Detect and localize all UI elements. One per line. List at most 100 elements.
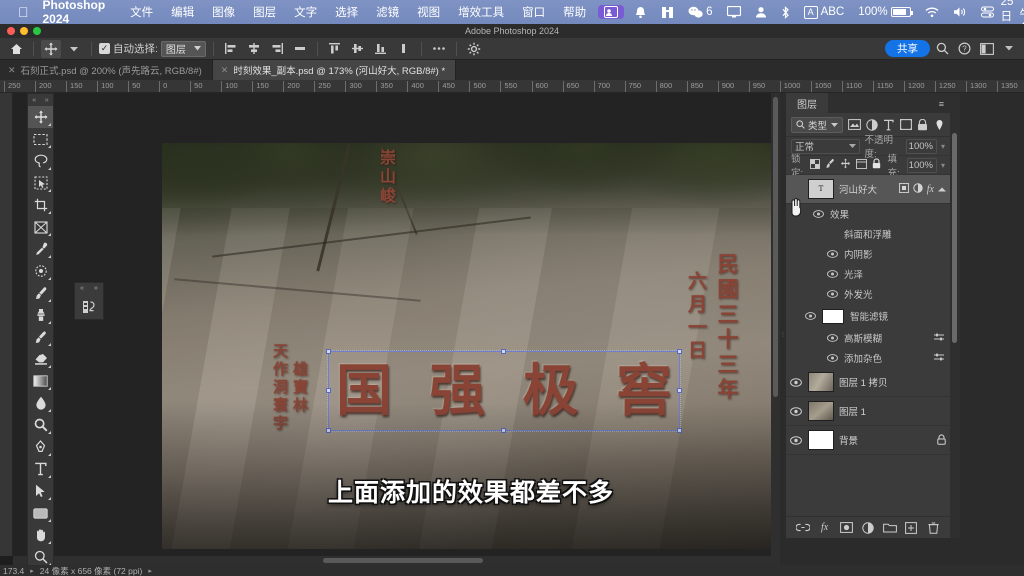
menubar-app-name[interactable]: Photoshop 2024 <box>43 0 106 26</box>
tool-blur[interactable] <box>28 392 53 414</box>
align-bottom-icon[interactable] <box>371 40 391 58</box>
menu-file[interactable]: 文件 <box>121 4 162 20</box>
chevron-right-icon[interactable]: ▸ <box>30 567 34 575</box>
tool-dodge[interactable] <box>28 414 53 436</box>
link-icon[interactable] <box>794 520 811 536</box>
tool-gradient[interactable] <box>28 370 53 392</box>
smart-filter-gaussian-blur[interactable]: 高斯模糊 <box>786 328 950 348</box>
auto-select-dropdown[interactable]: 图层 <box>160 40 206 57</box>
expand-icon[interactable]: » <box>94 285 98 292</box>
tool-type[interactable] <box>28 458 53 480</box>
effect-inner-shadow[interactable]: 内阴影 <box>786 244 950 264</box>
effect-visibility-icon[interactable] <box>826 290 838 298</box>
smart-filter-mask-thumbnail[interactable] <box>822 308 844 324</box>
menu-select[interactable]: 选择 <box>326 4 367 20</box>
layers-panel-scrollbar[interactable] <box>950 93 960 538</box>
transform-handle-tl[interactable] <box>326 349 331 354</box>
lock-transparency-icon[interactable] <box>810 158 821 172</box>
smart-filters-visibility-icon[interactable] <box>804 312 816 320</box>
layer-row-copy[interactable]: 图层 1 拷贝 <box>786 368 950 397</box>
tool-healing-brush[interactable] <box>28 260 53 282</box>
tool-lasso[interactable] <box>28 150 53 172</box>
search-icon[interactable] <box>933 40 952 58</box>
tool-history-brush[interactable] <box>28 326 53 348</box>
fx-icon[interactable]: fx <box>927 184 934 195</box>
layer-row-hshd[interactable]: T 河山好大 fx <box>786 175 950 204</box>
workspace-icon[interactable] <box>977 40 996 58</box>
align-right-icon[interactable] <box>267 40 287 58</box>
tool-path-selection[interactable] <box>28 480 53 502</box>
layer-name[interactable]: 图层 1 <box>839 404 946 418</box>
opacity-value[interactable]: 100% <box>906 138 937 154</box>
workspace-caret-icon[interactable] <box>999 40 1018 58</box>
smart-filter-add-noise[interactable]: 添加杂色 <box>786 348 950 368</box>
character-panel-icon[interactable] <box>75 294 103 319</box>
layers-panel-scroll-thumb[interactable] <box>952 133 957 343</box>
smart-filters-group[interactable]: 智能滤镜 <box>786 304 950 328</box>
shape-filter-icon[interactable] <box>899 119 912 130</box>
clipboard-icon[interactable] <box>654 6 681 19</box>
display-icon[interactable] <box>720 6 748 18</box>
minimize-window-button[interactable] <box>20 27 28 35</box>
tool-pen[interactable] <box>28 436 53 458</box>
layer-effects-group[interactable]: 效果 <box>786 204 950 224</box>
close-icon[interactable]: ✕ <box>8 65 16 76</box>
tool-eraser[interactable] <box>28 348 53 370</box>
layer-visibility-icon[interactable] <box>789 435 803 445</box>
tool-move[interactable] <box>28 106 53 128</box>
tool-marquee[interactable] <box>28 128 53 150</box>
fx-icon[interactable]: fx <box>816 520 833 536</box>
smart-filter-visibility-icon[interactable] <box>826 354 838 362</box>
document-image[interactable]: 崇山峻 民國三十三年 六月一日 天作洞寰宇 雄寶林 国 强 极 窖 上面添加的效… <box>162 143 780 549</box>
layer-name[interactable]: 背景 <box>839 433 932 447</box>
collapse-icon[interactable]: « <box>80 285 84 292</box>
tool-crop[interactable] <box>28 194 53 216</box>
panel-menu-icon[interactable]: ≡ <box>939 99 945 109</box>
menu-layer[interactable]: 图层 <box>244 4 285 20</box>
menu-edit[interactable]: 编辑 <box>162 4 203 20</box>
zoom-level-value[interactable]: 173.4 <box>3 566 24 576</box>
tool-frame[interactable] <box>28 216 53 238</box>
tool-clone-stamp[interactable] <box>28 304 53 326</box>
menu-filter[interactable]: 滤镜 <box>367 4 408 20</box>
transform-handle-mr[interactable] <box>677 388 682 393</box>
tab-layers[interactable]: 图层 <box>786 93 828 113</box>
effect-bevel-emboss[interactable]: 斜面和浮雕 <box>786 224 950 244</box>
transform-handle-ml[interactable] <box>326 388 331 393</box>
ellipsis-icon[interactable] <box>429 40 449 58</box>
layer-thumbnail[interactable] <box>808 430 834 450</box>
pixel-filter-icon[interactable] <box>848 119 861 130</box>
screen-share-icon[interactable] <box>598 5 625 19</box>
mini-panel-header[interactable]: « » <box>75 283 103 294</box>
align-middle-v-icon[interactable] <box>348 40 368 58</box>
opacity-stepper-icon[interactable]: ▾ <box>941 142 945 151</box>
layer-visibility-icon[interactable] <box>789 406 803 416</box>
delete-layer-icon[interactable] <box>925 520 942 536</box>
layer-filter-kind-dropdown[interactable]: 类型 <box>791 116 843 133</box>
battery-status[interactable]: 100% <box>851 6 917 18</box>
mask-icon[interactable] <box>913 183 923 195</box>
tool-hand[interactable] <box>28 524 53 546</box>
vertical-ruler[interactable] <box>0 93 13 556</box>
tool-shape[interactable] <box>28 502 53 524</box>
smart-filter-visibility-icon[interactable] <box>826 334 838 342</box>
volume-icon[interactable] <box>946 6 974 18</box>
input-source-icon[interactable]: A ABC <box>797 5 852 19</box>
auto-select-checkbox[interactable]: ✓ <box>99 43 110 54</box>
filter-toggle-icon[interactable] <box>933 119 945 131</box>
transform-handle-tr[interactable] <box>677 349 682 354</box>
tool-object-select[interactable] <box>28 172 53 194</box>
menu-type[interactable]: 文字 <box>285 4 326 20</box>
lock-image-icon[interactable] <box>825 158 835 172</box>
bell-icon[interactable] <box>627 6 654 19</box>
menu-image[interactable]: 图像 <box>203 4 244 20</box>
close-icon[interactable]: ✕ <box>221 65 229 76</box>
close-window-button[interactable] <box>7 27 15 35</box>
fill-value[interactable]: 100% <box>906 157 937 173</box>
type-filter-icon[interactable] <box>883 119 895 131</box>
collapse-icon[interactable]: « <box>32 97 36 104</box>
smart-object-filter-icon[interactable] <box>917 118 929 131</box>
control-center-icon[interactable] <box>974 6 1001 18</box>
tool-preset-caret-icon[interactable] <box>64 40 84 58</box>
document-tab-2[interactable]: ✕ 时刻效果_副本.psd @ 173% (河山好大, RGB/8#) * <box>212 60 457 80</box>
